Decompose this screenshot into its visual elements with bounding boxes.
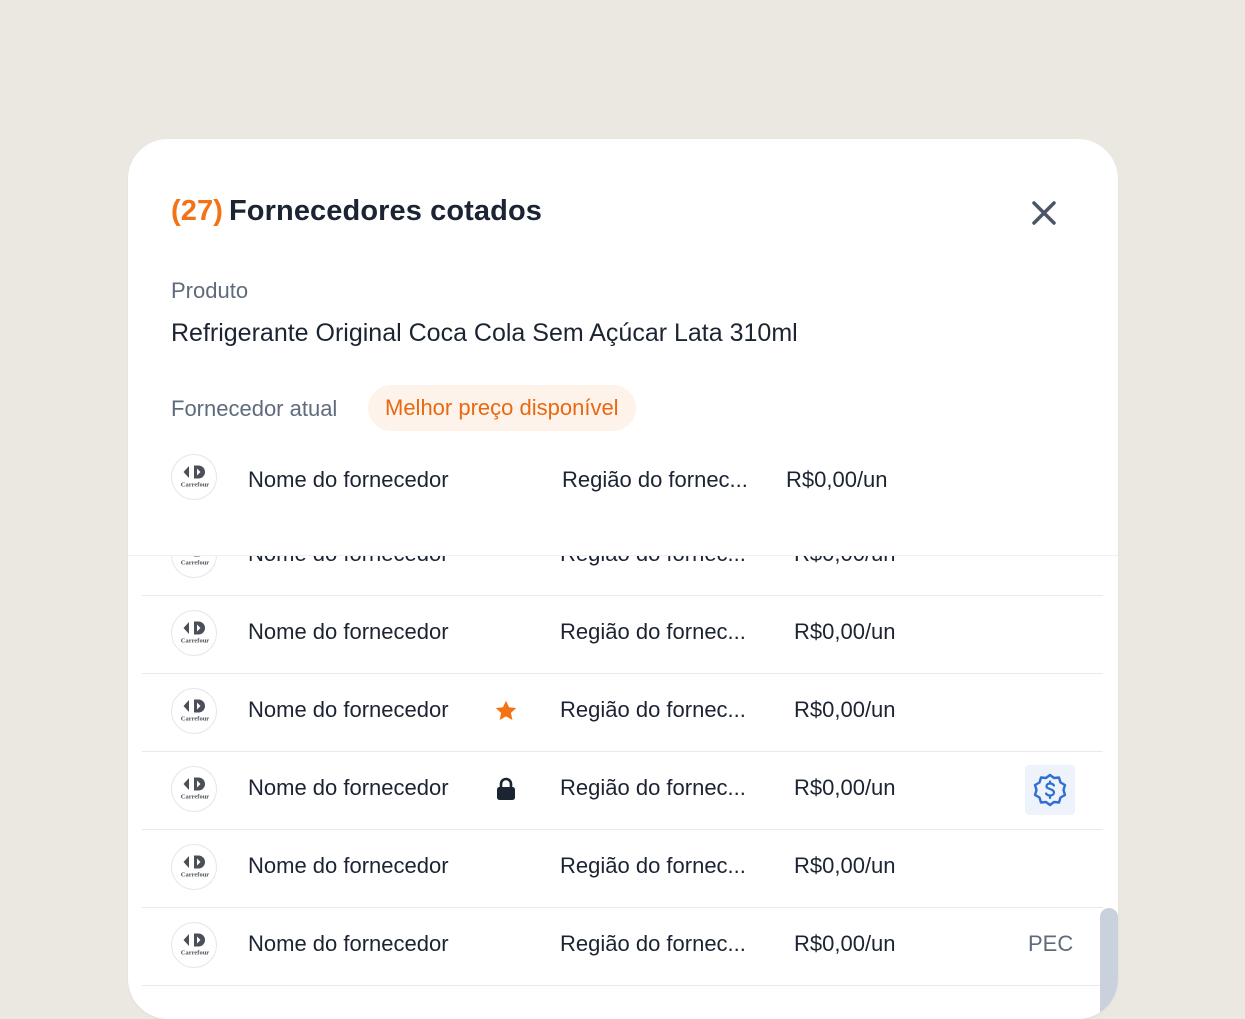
supplier-row[interactable]: Carrefour Nome do fornecedor Região do f… xyxy=(142,829,1103,908)
supplier-name: Nome do fornecedor xyxy=(248,775,449,800)
svg-text:Carrefour: Carrefour xyxy=(181,638,210,645)
supplier-logo: Carrefour xyxy=(171,610,217,656)
supplier-logo: Carrefour xyxy=(171,922,217,968)
supplier-name: Nome do fornecedor xyxy=(248,619,449,644)
carrefour-logo-icon: Carrefour xyxy=(181,555,210,567)
supplier-region: Região do fornec... xyxy=(560,619,746,644)
pec-tag: PEC xyxy=(1028,931,1074,956)
supplier-row[interactable]: Carrefour Nome do fornecedor Região do f… xyxy=(142,751,1103,830)
supplier-price: R$0,00/un xyxy=(794,697,896,722)
product-name: Refrigerante Original Coca Cola Sem Açúc… xyxy=(171,319,798,347)
supplier-region: Região do fornec... xyxy=(560,853,746,878)
close-button[interactable] xyxy=(1030,199,1058,227)
lock-icon xyxy=(497,777,515,800)
supplier-row[interactable]: Carrefour Nome do fornecedor Região do f… xyxy=(142,595,1103,674)
svg-text:Carrefour: Carrefour xyxy=(181,716,210,723)
best-price-badge: Melhor preço disponível xyxy=(368,385,636,431)
supplier-region: Região do fornec... xyxy=(560,555,746,567)
scrollbar-thumb[interactable] xyxy=(1100,908,1118,1019)
supplier-row[interactable]: Carrefour Nome do fornecedor Região do f… xyxy=(142,555,1103,596)
carrefour-logo-icon: Carrefour xyxy=(181,933,210,957)
carrefour-logo-icon: Carrefour xyxy=(181,465,210,489)
modal-title: (27) Fornecedores cotados xyxy=(171,195,542,228)
supplier-logo: Carrefour xyxy=(171,844,217,890)
current-supplier-price: R$0,00/un xyxy=(786,467,888,492)
dollar-badge-icon xyxy=(1033,773,1067,807)
supplier-price: R$0,00/un xyxy=(794,931,896,956)
dollar-badge-button[interactable] xyxy=(1025,765,1075,815)
carrefour-logo-icon: Carrefour xyxy=(181,777,210,801)
supplier-region: Região do fornec... xyxy=(560,775,746,800)
supplier-name: Nome do fornecedor xyxy=(248,697,449,722)
svg-text:Carrefour: Carrefour xyxy=(181,872,210,879)
supplier-logo: Carrefour xyxy=(171,454,217,500)
suppliers-modal: (27) Fornecedores cotados Produto Refrige… xyxy=(128,139,1118,1019)
supplier-price: R$0,00/un xyxy=(794,775,896,800)
supplier-logo: Carrefour xyxy=(171,766,217,812)
carrefour-logo-icon: Carrefour xyxy=(181,621,210,645)
supplier-row[interactable]: Carrefour Nome do fornecedor Região do f… xyxy=(142,673,1103,752)
supplier-name: Nome do fornecedor xyxy=(248,931,449,956)
current-supplier-row: Carrefour Nome do fornecedor Região do f… xyxy=(128,439,1118,555)
suppliers-list[interactable]: Carrefour Nome do fornecedor Região do f… xyxy=(128,555,1118,1019)
supplier-price: R$0,00/un xyxy=(794,619,896,644)
supplier-row[interactable]: Carrefour Nome do fornecedor Região do f… xyxy=(142,907,1103,986)
supplier-logo: Carrefour xyxy=(171,555,217,578)
close-icon xyxy=(1032,201,1056,225)
supplier-region: Região do fornec... xyxy=(560,931,746,956)
supplier-logo: Carrefour xyxy=(171,688,217,734)
list-divider xyxy=(128,555,1118,556)
supplier-region: Região do fornec... xyxy=(560,697,746,722)
carrefour-logo-icon: Carrefour xyxy=(181,699,210,723)
svg-text:Carrefour: Carrefour xyxy=(181,560,210,567)
star-icon xyxy=(495,700,517,720)
supplier-name: Nome do fornecedor xyxy=(248,555,449,567)
carrefour-logo-icon: Carrefour xyxy=(181,855,210,879)
svg-text:Carrefour: Carrefour xyxy=(181,950,210,957)
supplier-count: (27) xyxy=(171,195,223,227)
product-label: Produto xyxy=(171,278,249,303)
supplier-price: R$0,00/un xyxy=(794,555,896,567)
supplier-price: R$0,00/un xyxy=(794,853,896,878)
current-supplier-label: Fornecedor atual xyxy=(171,396,338,421)
svg-text:Carrefour: Carrefour xyxy=(181,794,210,801)
modal-title-text: Fornecedores cotados xyxy=(228,195,543,227)
supplier-name: Nome do fornecedor xyxy=(248,853,449,878)
svg-text:Carrefour: Carrefour xyxy=(181,482,210,489)
current-supplier-name: Nome do fornecedor xyxy=(248,467,449,492)
current-supplier-region: Região do fornec... xyxy=(562,467,748,492)
